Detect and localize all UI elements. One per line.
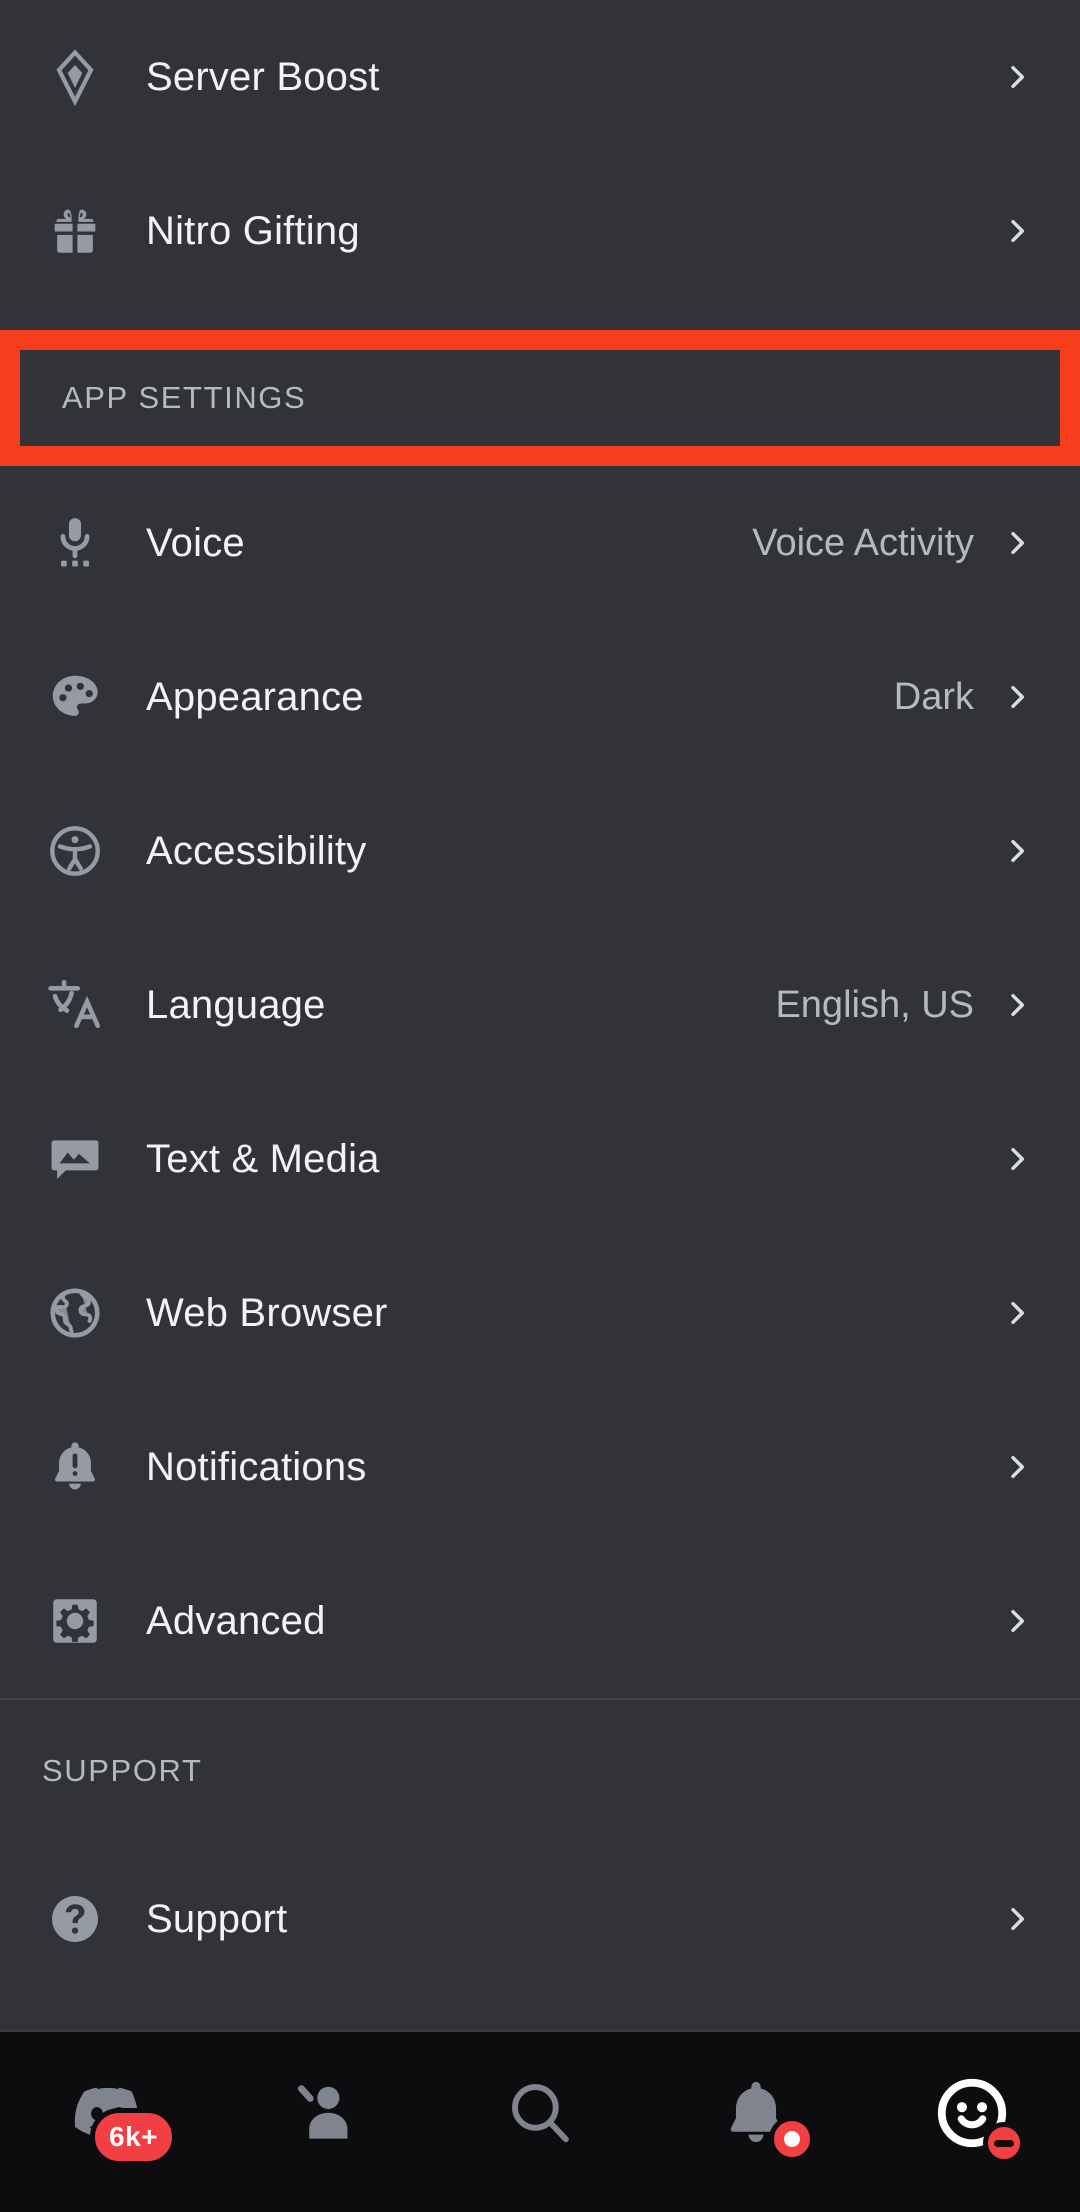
servers-badge: 6k+	[90, 2108, 177, 2166]
tab-profile[interactable]	[864, 2070, 1080, 2180]
settings-row-nitro-gifting[interactable]: Nitro Gifting	[0, 154, 1080, 308]
settings-row-web-browser[interactable]: Web Browser	[0, 1236, 1080, 1390]
chevron-right-icon	[1000, 60, 1034, 94]
translate-icon	[42, 972, 108, 1038]
gear-icon	[42, 1588, 108, 1654]
globe-icon	[42, 1280, 108, 1346]
settings-list[interactable]: Server Boost Nitro Gifting	[0, 0, 1080, 2030]
settings-row-text-media[interactable]: Text & Media	[0, 1082, 1080, 1236]
accessibility-icon	[42, 818, 108, 884]
settings-row-label: Advanced	[146, 1599, 326, 1644]
settings-row-value: Dark	[894, 676, 974, 719]
tab-notifications[interactable]	[648, 2070, 864, 2180]
settings-row-label: Text & Media	[146, 1137, 380, 1182]
image-message-icon	[42, 1126, 108, 1192]
chevron-right-icon	[1000, 1142, 1034, 1176]
settings-row-value: English, US	[775, 984, 974, 1027]
settings-row-label: Web Browser	[146, 1291, 388, 1336]
discord-servers-icon[interactable]: 6k+	[65, 2070, 151, 2156]
microphone-icon	[42, 510, 108, 576]
settings-row-label: Notifications	[146, 1445, 366, 1490]
tab-friends[interactable]	[216, 2070, 432, 2180]
status-badge-dnd	[983, 2122, 1025, 2164]
section-header-support: SUPPORT	[0, 1700, 1080, 1842]
settings-row-support[interactable]: Support	[0, 1842, 1080, 1996]
tab-servers[interactable]: 6k+	[0, 2070, 216, 2180]
chevron-right-icon	[1000, 1450, 1034, 1484]
settings-row-server-boost[interactable]: Server Boost	[0, 0, 1080, 154]
chevron-right-icon	[1000, 1902, 1034, 1936]
settings-row-label: Appearance	[146, 675, 364, 720]
settings-row-label: Accessibility	[146, 829, 366, 874]
tab-search[interactable]	[432, 2070, 648, 2180]
friends-icon[interactable]	[281, 2070, 367, 2156]
server-boost-icon	[42, 44, 108, 110]
bell-icon[interactable]	[713, 2070, 799, 2156]
palette-icon	[42, 664, 108, 730]
search-icon[interactable]	[497, 2070, 583, 2156]
settings-screen: Server Boost Nitro Gifting	[0, 0, 1080, 2212]
section-header-app-settings: APP SETTINGS	[20, 350, 1060, 446]
settings-row-label: Nitro Gifting	[146, 209, 360, 254]
settings-row-accessibility[interactable]: Accessibility	[0, 774, 1080, 928]
settings-row-notifications[interactable]: Notifications	[0, 1390, 1080, 1544]
chevron-right-icon	[1000, 1604, 1034, 1638]
chevron-right-icon	[1000, 834, 1034, 868]
bottom-tab-bar: 6k+	[0, 2030, 1080, 2212]
bell-alert-icon	[42, 1434, 108, 1500]
chevron-right-icon	[1000, 526, 1034, 560]
settings-row-label: Voice	[146, 521, 245, 566]
question-circle-icon	[42, 1886, 108, 1952]
app-settings-header-highlight: APP SETTINGS	[0, 330, 1080, 466]
gift-icon	[42, 198, 108, 264]
avatar-smiley-icon[interactable]	[929, 2070, 1015, 2156]
chevron-right-icon	[1000, 988, 1034, 1022]
chevron-right-icon	[1000, 680, 1034, 714]
settings-row-value: Voice Activity	[752, 522, 974, 565]
settings-row-appearance[interactable]: Appearance Dark	[0, 620, 1080, 774]
settings-row-label: Support	[146, 1897, 288, 1942]
settings-row-label: Language	[146, 983, 326, 1028]
notifications-badge-dot	[769, 2116, 815, 2162]
settings-row-label: Server Boost	[146, 55, 380, 100]
settings-row-language[interactable]: Language English, US	[0, 928, 1080, 1082]
chevron-right-icon	[1000, 214, 1034, 248]
settings-row-advanced[interactable]: Advanced	[0, 1544, 1080, 1698]
chevron-right-icon	[1000, 1296, 1034, 1330]
settings-row-voice[interactable]: Voice Voice Activity	[0, 466, 1080, 620]
